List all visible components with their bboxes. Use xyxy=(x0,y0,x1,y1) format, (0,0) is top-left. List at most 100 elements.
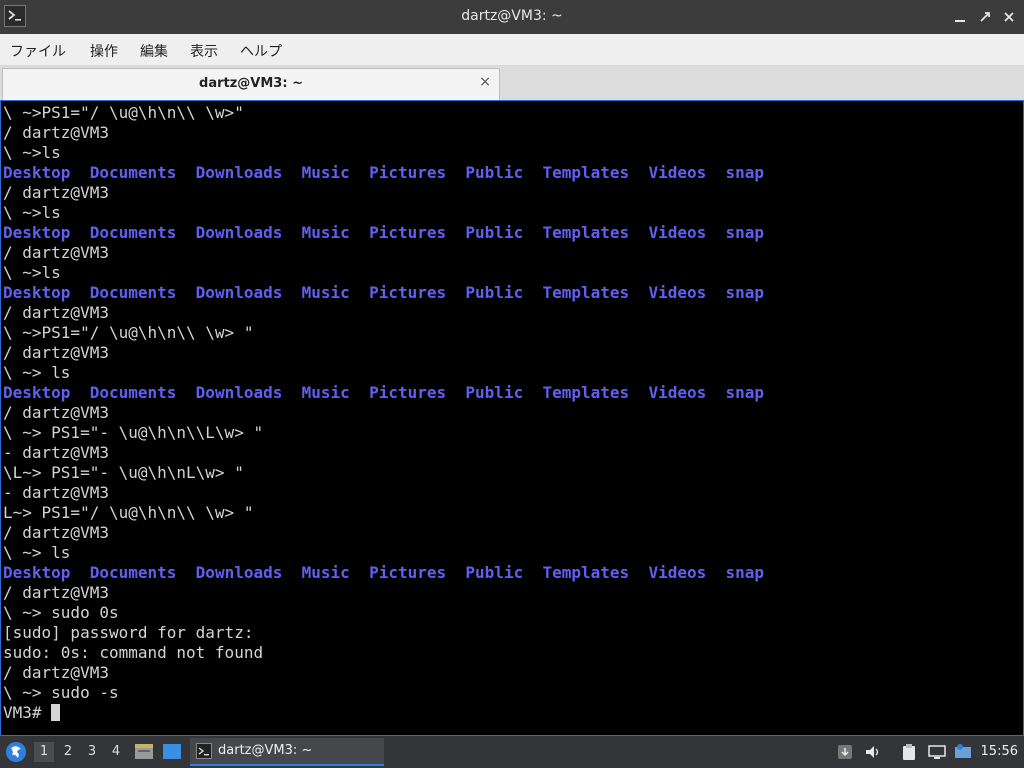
terminal-line: / dartz@VM3 xyxy=(3,403,109,422)
tab-close-icon[interactable]: × xyxy=(479,74,491,90)
directory-entry: Documents xyxy=(89,163,177,182)
terminal-line: \ ~> ls xyxy=(3,543,71,562)
window-titlebar[interactable]: dartz@VM3: ~ xyxy=(0,0,1024,34)
terminal-line: \ ~>ls xyxy=(3,203,61,222)
workspace-3[interactable]: 3 xyxy=(82,742,102,762)
maximize-icon[interactable] xyxy=(976,8,994,26)
directory-entry: Desktop xyxy=(3,283,71,302)
directory-entry: Music xyxy=(301,563,350,582)
ls-output-line: Desktop Documents Downloads Music Pictur… xyxy=(3,163,764,183)
directory-entry: Desktop xyxy=(3,163,71,182)
volume-icon[interactable] xyxy=(864,743,882,761)
network-icon[interactable] xyxy=(928,743,946,761)
directory-entry: Pictures xyxy=(369,283,447,302)
directory-entry: Downloads xyxy=(195,283,283,302)
terminal-line: / dartz@VM3 xyxy=(3,343,109,362)
directory-entry: Templates xyxy=(542,223,630,242)
vm-display-icon[interactable] xyxy=(954,743,972,761)
directory-entry: snap xyxy=(725,223,765,242)
update-notifier-icon[interactable] xyxy=(836,743,854,761)
directory-entry: Desktop xyxy=(3,383,71,402)
taskbar-task-terminal[interactable]: dartz@VM3: ~ xyxy=(190,738,384,766)
terminal-line: \ ~> sudo 0s xyxy=(3,603,119,622)
directory-entry: Videos xyxy=(648,383,707,402)
directory-entry: Public xyxy=(465,223,524,242)
terminal-line: - dartz@VM3 xyxy=(3,483,109,502)
terminal-line: \ ~>PS1="/ \u@\h\n\\ \w> " xyxy=(3,323,254,342)
directory-entry: Public xyxy=(465,283,524,302)
menu-bar: ファイル 操作 編集 表示 ヘルプ xyxy=(0,34,1024,66)
directory-entry: Pictures xyxy=(369,563,447,582)
directory-entry: Music xyxy=(301,283,350,302)
terminal-line: \ ~>ls xyxy=(3,263,61,282)
clock: 15:56 xyxy=(980,744,1018,759)
root-prompt-line: VM3# xyxy=(3,703,764,723)
terminal-line: \ ~> PS1="- \u@\h\n\\L\w> " xyxy=(3,423,264,442)
workspace-1[interactable]: 1 xyxy=(34,742,54,762)
menu-action[interactable]: 操作 xyxy=(90,41,118,61)
directory-entry: Public xyxy=(465,383,524,402)
directory-entry: snap xyxy=(725,283,765,302)
directory-entry: Downloads xyxy=(195,563,283,582)
root-prompt: VM3# xyxy=(3,703,52,722)
directory-entry: Downloads xyxy=(195,383,283,402)
terminal-lines: \ ~>PS1="/ \u@\h\n\\ \w>" / dartz@VM3 \ ~>… xyxy=(3,103,764,723)
menu-file[interactable]: ファイル xyxy=(10,41,66,61)
window-title: dartz@VM3: ~ xyxy=(461,8,563,24)
workspace-2[interactable]: 2 xyxy=(58,742,78,762)
close-icon[interactable] xyxy=(1000,8,1018,26)
directory-entry: Downloads xyxy=(195,163,283,182)
directory-entry: Pictures xyxy=(369,383,447,402)
directory-entry: Music xyxy=(301,383,350,402)
minimize-icon[interactable] xyxy=(951,8,969,26)
ls-output-line: Desktop Documents Downloads Music Pictur… xyxy=(3,383,764,403)
terminal-line: / dartz@VM3 xyxy=(3,583,109,602)
terminal-line: L~> PS1="/ \u@\h\n\\ \w> " xyxy=(3,503,254,522)
terminal-line: / dartz@VM3 xyxy=(3,243,109,262)
terminal-line: \ ~> sudo -s xyxy=(3,683,119,702)
terminal-line: \ ~> ls xyxy=(3,363,71,382)
tab-bar: dartz@VM3: ~ × xyxy=(0,66,1024,100)
text-cursor xyxy=(51,704,61,721)
tab-terminal[interactable]: dartz@VM3: ~ × xyxy=(2,68,500,100)
ls-output-line: Desktop Documents Downloads Music Pictur… xyxy=(3,563,764,583)
file-manager-icon[interactable] xyxy=(134,742,154,760)
terminal-line: [sudo] password for dartz: xyxy=(3,623,254,642)
directory-entry: Videos xyxy=(648,223,707,242)
directory-entry: Documents xyxy=(89,223,177,242)
terminal-line: \ ~>PS1="/ \u@\h\n\\ \w>" xyxy=(3,103,244,122)
menu-help[interactable]: ヘルプ xyxy=(240,41,282,61)
directory-entry: Documents xyxy=(89,283,177,302)
terminal-line: / dartz@VM3 xyxy=(3,663,109,682)
tab-label: dartz@VM3: ~ xyxy=(199,76,303,91)
directory-entry: snap xyxy=(725,163,765,182)
terminal-line: / dartz@VM3 xyxy=(3,303,109,322)
directory-entry: Documents xyxy=(89,383,177,402)
start-menu-icon[interactable] xyxy=(4,740,28,764)
terminal-line: \L~> PS1="- \u@\h\nL\w> " xyxy=(3,463,244,482)
directory-entry: Downloads xyxy=(195,223,283,242)
directory-entry: snap xyxy=(725,563,765,582)
terminal-line: / dartz@VM3 xyxy=(3,523,109,542)
terminal-line: \ ~>ls xyxy=(3,143,61,162)
menu-view[interactable]: 表示 xyxy=(190,41,218,61)
terminal-line: sudo: 0s: command not found xyxy=(3,643,264,662)
menu-edit[interactable]: 編集 xyxy=(140,41,168,61)
clipboard-icon[interactable] xyxy=(900,743,918,761)
directory-entry: Videos xyxy=(648,283,707,302)
workspace-4[interactable]: 4 xyxy=(106,742,126,762)
task-label: dartz@VM3: ~ xyxy=(218,743,313,758)
ls-output-line: Desktop Documents Downloads Music Pictur… xyxy=(3,283,764,303)
directory-entry: snap xyxy=(725,383,765,402)
directory-entry: Desktop xyxy=(3,223,71,242)
directory-entry: Public xyxy=(465,563,524,582)
directory-entry: Templates xyxy=(542,383,630,402)
terminal-output[interactable]: \ ~>PS1="/ \u@\h\n\\ \w>" / dartz@VM3 \ ~>… xyxy=(0,100,1024,736)
directory-entry: Pictures xyxy=(369,163,447,182)
directory-entry: Desktop xyxy=(3,563,71,582)
show-desktop-icon[interactable] xyxy=(162,742,182,760)
terminal-task-icon xyxy=(196,743,212,759)
directory-entry: Videos xyxy=(648,163,707,182)
directory-entry: Templates xyxy=(542,163,630,182)
directory-entry: Music xyxy=(301,163,350,182)
